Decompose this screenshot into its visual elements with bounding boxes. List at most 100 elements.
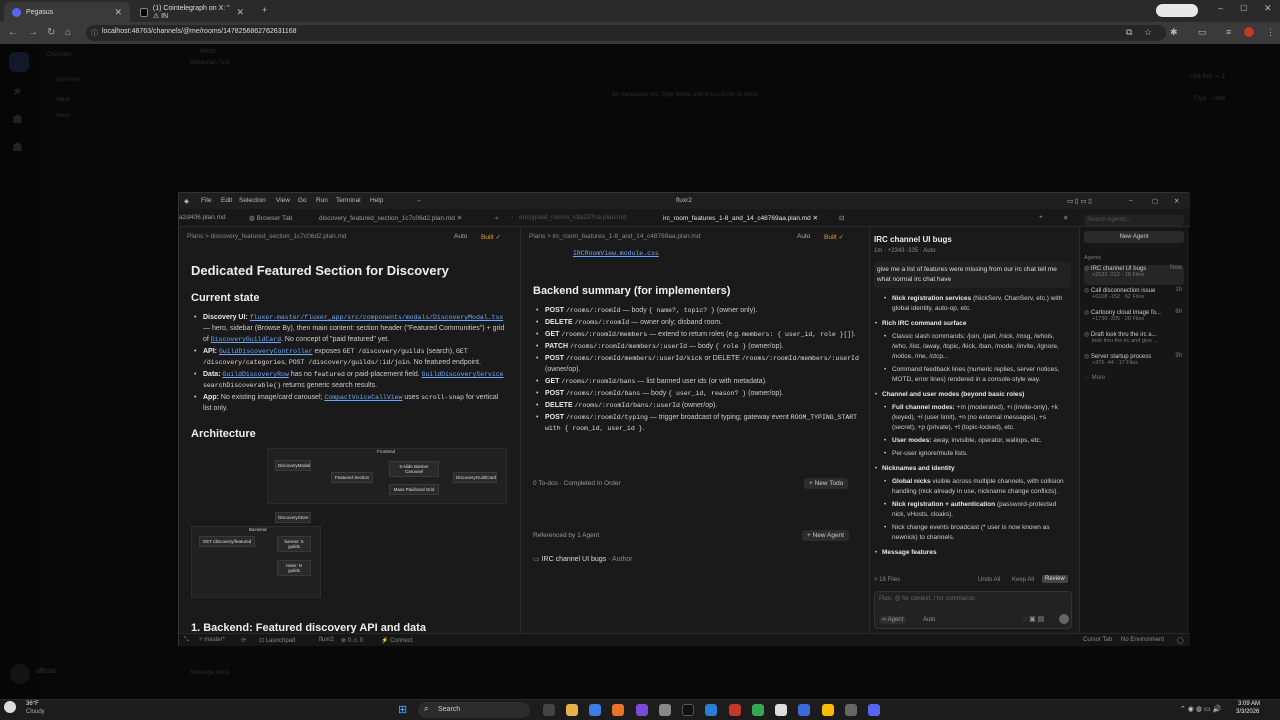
install-icon[interactable]: ⧉ (1126, 27, 1132, 38)
more-agents[interactable]: ··· More (1084, 375, 1184, 381)
store-icon[interactable] (589, 704, 601, 716)
file-link[interactable]: fluxer-master/fluxer_app/src/components/… (250, 314, 504, 321)
chrome-icon[interactable] (822, 704, 834, 716)
layout-icon[interactable]: ▭ ▯ ▭ ▯ (1067, 197, 1092, 205)
maximize-icon[interactable]: ▢ (1240, 3, 1248, 12)
pane-divider[interactable] (520, 227, 521, 633)
agents-search[interactable]: Search Agents... (1084, 215, 1184, 226)
app-icon[interactable] (659, 704, 671, 716)
menu-terminal[interactable]: Terminal (336, 197, 361, 204)
close-panel-icon[interactable]: ✕ (1063, 214, 1068, 222)
windows-start-icon[interactable]: ⊞ (398, 703, 407, 716)
files-toggle[interactable]: > 18 Files (874, 577, 900, 583)
back-arrow-icon[interactable]: ← (416, 197, 423, 204)
sync-icon[interactable]: ⟳ (241, 637, 246, 644)
user-avatar[interactable] (10, 664, 30, 684)
agent-item[interactable]: ◎ Cartoony cloud image fo... 6h +1730 -305… (1084, 309, 1184, 329)
sidebar-item[interactable]: #test (56, 97, 69, 103)
agent-item[interactable]: ◎ Server startup process 9h +376 -44 · 17 … (1084, 353, 1184, 373)
app-icon[interactable] (845, 704, 857, 716)
site-info-icon[interactable]: ⓘ (91, 28, 98, 38)
keep-all-button[interactable]: Keep All (1012, 577, 1034, 583)
split-editor-icon[interactable]: ⊟ (839, 214, 844, 222)
close-window-icon[interactable]: ✕ (1264, 3, 1272, 14)
remote-icon[interactable]: ⤡ (184, 637, 189, 644)
menu-help[interactable]: Help (370, 197, 383, 204)
profile-pill[interactable] (1156, 4, 1198, 17)
new-agent-panel-button[interactable]: New Agent (1084, 231, 1184, 243)
home-icon[interactable]: ⌂ (65, 27, 71, 38)
reload-icon[interactable]: ↻ (47, 27, 55, 38)
menu-selection[interactable]: Selection (239, 197, 266, 204)
url-field[interactable]: ⓘ localhost:48763/channels/@me/rooms/147… (86, 25, 1166, 41)
minimize-icon[interactable]: – (1129, 197, 1133, 204)
profile-avatar[interactable] (1244, 27, 1254, 37)
back-icon[interactable]: ← (8, 27, 18, 38)
menu-file[interactable]: File (201, 197, 211, 204)
new-todo-button[interactable]: + New Todo (804, 478, 849, 489)
message-input[interactable]: Message #test (190, 670, 229, 676)
bell-icon[interactable]: ◯ (1177, 637, 1184, 644)
clock-date[interactable]: 3/3/2026 (1236, 709, 1259, 715)
tab-discovery-plan[interactable]: discovery_featured_section_1c7c06d2.plan… (319, 214, 462, 222)
weather-temp[interactable]: 36°F (26, 701, 39, 707)
problems-indicator[interactable]: ⊗ 0 ⚠ 0 (341, 637, 363, 644)
app-icon[interactable] (636, 704, 648, 716)
weather-desc[interactable]: Cloudy (26, 709, 45, 715)
agent-mode-select[interactable]: ∞ Agent (879, 616, 907, 624)
chrome-icon[interactable] (752, 704, 764, 716)
menu-run[interactable]: Run (316, 197, 328, 204)
file-link[interactable]: GuildDiscoveryController (219, 348, 313, 355)
new-agent-button[interactable]: + New Agent (802, 530, 850, 541)
sidebar-item[interactable]: #join-#ev (56, 77, 80, 83)
new-tab-icon[interactable]: + (262, 5, 267, 15)
chat-input-box[interactable]: Plan, @ for context, / for commands ∞ Ag… (874, 591, 1072, 629)
extensions-icon[interactable]: ✱ (1170, 27, 1178, 38)
vscode-icon[interactable] (705, 704, 717, 716)
menu-go[interactable]: Go (298, 197, 307, 204)
star-icon[interactable]: ★ (12, 84, 23, 98)
breadcrumb-left[interactable]: Plans > discovery_featured_section_1c7c0… (187, 233, 347, 240)
branch-indicator[interactable]: ⑂ master* (199, 637, 225, 643)
agent-item[interactable]: ◎ Call disconnection issue 1h +6108 -152 ·… (1084, 287, 1184, 307)
task-view-icon[interactable] (543, 704, 555, 716)
review-button[interactable]: Review (1042, 575, 1068, 583)
file-link[interactable]: CompactVoiceCallView (324, 394, 402, 401)
forward-icon[interactable]: → (28, 27, 38, 38)
close-icon[interactable]: ✕ (457, 215, 462, 222)
undo-all-button[interactable]: Undo All (978, 577, 1000, 583)
browser-tab-pegasus[interactable]: Pegasus ✕ (4, 2, 130, 22)
menu-view[interactable]: View (276, 197, 290, 204)
file-explorer-icon[interactable] (566, 704, 578, 716)
send-icon[interactable] (1059, 614, 1069, 624)
project-name[interactable]: fluxr2 (319, 637, 334, 643)
app-icon[interactable] (729, 704, 741, 716)
maximize-icon[interactable]: ▢ (1152, 197, 1158, 205)
chat-input[interactable]: Plan, @ for context, / for commands (879, 596, 975, 602)
file-link[interactable]: IRCRoomView.module.css (573, 250, 861, 257)
minimize-icon[interactable]: – (1218, 3, 1223, 13)
cursor-app-icon[interactable] (775, 704, 787, 716)
agent-item[interactable]: ◎ Draft look thru the irc a... look thru … (1084, 331, 1184, 351)
tray-icons[interactable]: ⌃ ◉ ◍ ▭ 🔊 (1180, 705, 1221, 713)
file-link[interactable]: DiscoveryGuildCard (211, 336, 281, 343)
split-icon[interactable]: ▭ (1198, 27, 1207, 38)
referenced-agent-item[interactable]: ▭ IRC channel UI bugs · Author (533, 555, 633, 563)
weather-icon[interactable] (4, 701, 16, 713)
image-icon[interactable]: ◌ ▣ ▤ (1023, 615, 1044, 623)
sidebar-item[interactable]: #test (56, 113, 69, 119)
mode-select-mid[interactable]: Auto (797, 233, 810, 240)
menu-kebab-icon[interactable]: ⋮ (1266, 27, 1275, 38)
taskbar-search[interactable]: ⌕ Search (418, 702, 530, 718)
app-icon[interactable] (798, 704, 810, 716)
app-icon[interactable] (612, 704, 624, 716)
close-icon[interactable]: ✕ (1174, 197, 1179, 205)
discord-icon[interactable] (868, 704, 880, 716)
cursor-tab[interactable]: Cursor Tab (1083, 637, 1112, 643)
tab-encrypted-rooms[interactable]: encrypted_rooms_c9a237ca.plan.md (519, 214, 626, 221)
clock-time[interactable]: 3:09 AM (1238, 701, 1260, 707)
tab-split-icon[interactable]: ⇥ (493, 214, 498, 222)
member-item[interactable]: Flyyf · 2d4b (1194, 96, 1225, 102)
connect[interactable]: ⚡ Connect (381, 637, 413, 644)
breadcrumb-mid[interactable]: Plans > irc_room_features_1-8_and_14_c48… (529, 233, 700, 240)
